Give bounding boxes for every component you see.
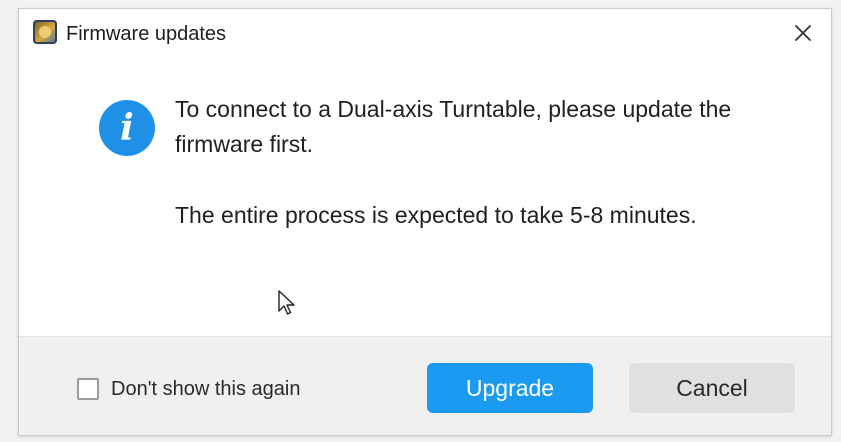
dialog-content: i To connect to a Dual-axis Turntable, p…	[19, 57, 831, 337]
info-icon: i	[99, 100, 155, 156]
mouse-pointer-icon	[277, 289, 297, 319]
close-icon[interactable]	[793, 23, 813, 43]
dont-show-again-label: Don't show this again	[111, 377, 301, 400]
message: To connect to a Dual-axis Turntable, ple…	[175, 92, 795, 233]
message-line-1: To connect to a Dual-axis Turntable, ple…	[175, 96, 732, 157]
dont-show-again-option[interactable]: Don't show this again	[77, 375, 300, 403]
dont-show-again-checkbox[interactable]	[77, 378, 99, 400]
app-icon	[33, 20, 57, 44]
firmware-update-dialog: Firmware updates i To connect to a Dual-…	[18, 8, 832, 436]
dialog-footer: Don't show this again Upgrade Cancel	[19, 336, 831, 435]
info-glyph: i	[120, 107, 134, 149]
upgrade-button[interactable]: Upgrade	[427, 363, 593, 413]
dialog-title: Firmware updates	[66, 23, 227, 45]
message-line-2: The entire process is expected to take 5…	[175, 202, 697, 228]
cancel-button[interactable]: Cancel	[629, 363, 795, 413]
title-bar: Firmware updates	[19, 9, 831, 57]
